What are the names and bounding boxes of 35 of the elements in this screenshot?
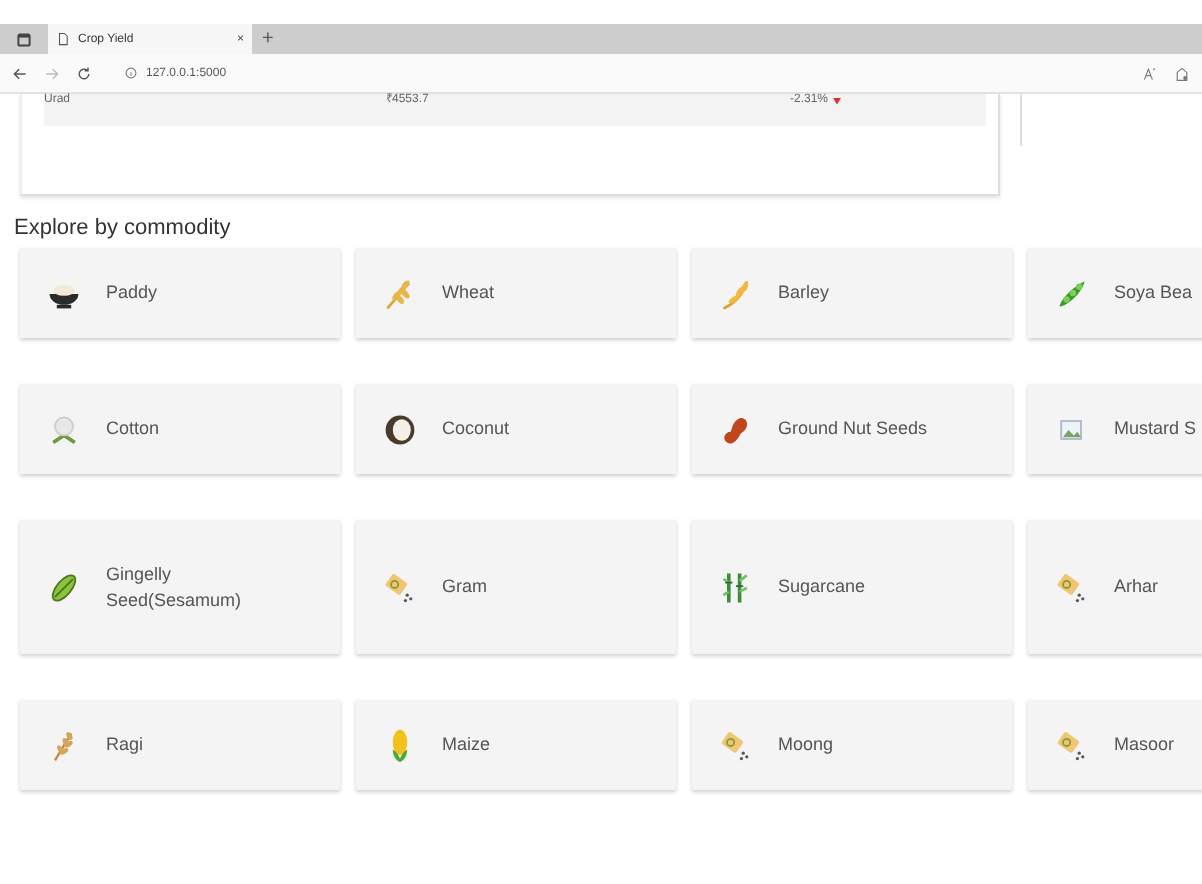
commodity-card[interactable]: Coconut bbox=[356, 384, 676, 474]
refresh-icon bbox=[76, 65, 92, 81]
commodity-card[interactable]: Ragi bbox=[20, 700, 340, 790]
commodity-card[interactable]: Gram bbox=[356, 520, 676, 654]
back-icon bbox=[12, 65, 28, 81]
cotton-icon bbox=[46, 411, 82, 447]
coconut-icon bbox=[382, 411, 418, 447]
seed-packet-icon bbox=[382, 569, 418, 605]
commodity-card[interactable]: Ground Nut Seeds bbox=[692, 384, 1012, 474]
pod-icon bbox=[46, 569, 82, 605]
commodity-card[interactable]: Masoor bbox=[1028, 700, 1202, 790]
commodity-card[interactable]: Moong bbox=[692, 700, 1012, 790]
new-tab-button[interactable]: + bbox=[262, 24, 274, 54]
tab-actions-icon bbox=[16, 31, 32, 47]
commodity-card[interactable]: Mustard S bbox=[1028, 384, 1202, 474]
page-icon bbox=[56, 32, 70, 46]
commodity-card[interactable]: Maize bbox=[356, 700, 676, 790]
seed-packet-icon bbox=[718, 727, 754, 763]
seed-packet-icon bbox=[1054, 569, 1090, 605]
commodity-card[interactable]: Sugarcane bbox=[692, 520, 1012, 654]
commodity-card[interactable]: Cotton bbox=[20, 384, 340, 474]
commodity-card[interactable]: Wheat bbox=[356, 248, 676, 338]
commodity-card[interactable]: Soya Bea bbox=[1028, 248, 1202, 338]
info-icon bbox=[124, 66, 138, 80]
commodity-card[interactable]: Barley bbox=[692, 248, 1012, 338]
sugarcane-icon bbox=[718, 569, 754, 605]
grain-stalk-icon bbox=[718, 275, 754, 311]
seed-packet-icon bbox=[1054, 727, 1090, 763]
section-title: Explore by commodity bbox=[14, 216, 231, 240]
commodity-card[interactable]: Paddy bbox=[20, 248, 340, 338]
pea-pod-icon bbox=[1054, 275, 1090, 311]
forward-icon bbox=[44, 65, 60, 81]
commodity-card[interactable]: Gingelly Seed(Sesamum) bbox=[20, 520, 340, 654]
commodity-card[interactable]: Arhar bbox=[1028, 520, 1202, 654]
read-aloud-icon bbox=[1142, 65, 1158, 81]
